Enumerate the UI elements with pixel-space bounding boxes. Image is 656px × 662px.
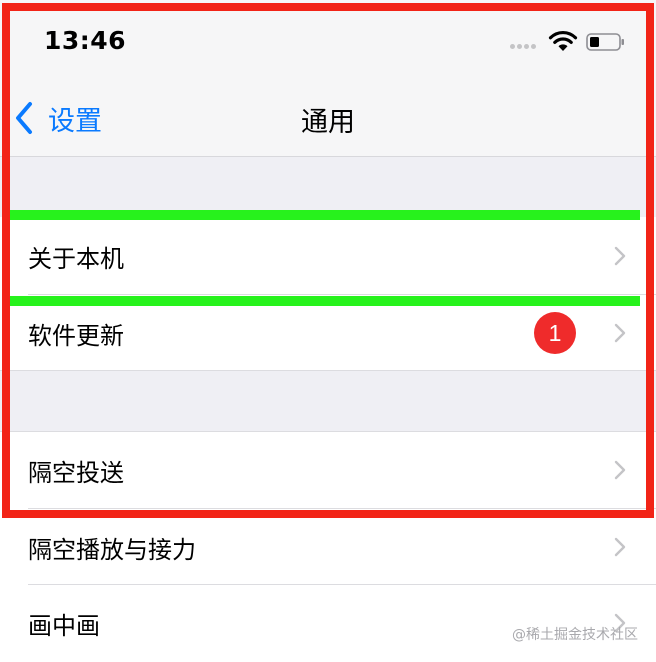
row-label: 隔空投送 [28,458,124,487]
group-spacer [0,371,656,431]
status-bar: 13:46 [0,0,656,80]
cellular-signal-icon [510,44,542,50]
navigation-bar: 设置 通用 [0,80,656,157]
chevron-right-icon [614,537,626,557]
chevron-right-icon [614,460,626,480]
settings-row-about[interactable]: 关于本机 [0,218,656,294]
page-title: 通用 [301,107,355,138]
battery-icon [586,33,624,51]
settings-row-airdrop[interactable]: 隔空投送 [0,432,656,508]
watermark: @稀土掘金技术社区 [512,627,638,643]
chevron-right-icon [614,323,626,343]
row-label: 软件更新 [28,321,124,350]
settings-row-picture-in-picture[interactable]: 画中画 [0,585,656,661]
chevron-right-icon [614,246,626,266]
status-time: 13:46 [44,26,127,55]
row-label: 画中画 [28,611,100,640]
wifi-icon [548,30,578,51]
settings-row-software-update[interactable]: 软件更新 1 [0,295,656,371]
row-label: 关于本机 [28,244,124,273]
settings-row-airplay-handoff[interactable]: 隔空播放与接力 [0,509,656,585]
row-label: 隔空播放与接力 [28,535,196,564]
group-spacer [0,157,656,217]
update-count-badge: 1 [534,312,576,354]
